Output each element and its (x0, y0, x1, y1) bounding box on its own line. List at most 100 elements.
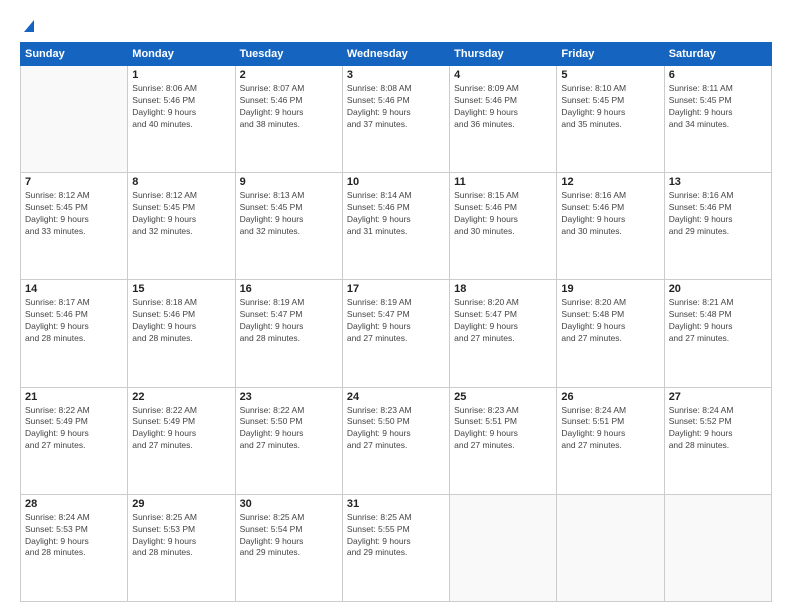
calendar-cell: 22Sunrise: 8:22 AM Sunset: 5:49 PM Dayli… (128, 387, 235, 494)
calendar-header-row: SundayMondayTuesdayWednesdayThursdayFrid… (21, 43, 772, 66)
day-number: 20 (669, 283, 767, 295)
day-number: 19 (561, 283, 659, 295)
day-number: 12 (561, 176, 659, 188)
day-number: 26 (561, 391, 659, 403)
day-number: 7 (25, 176, 123, 188)
calendar-cell: 9Sunrise: 8:13 AM Sunset: 5:45 PM Daylig… (235, 173, 342, 280)
calendar-header-monday: Monday (128, 43, 235, 66)
calendar-cell: 14 Sunrise: 8:17 AM Sunset: 5:46 PM Dayli… (21, 280, 128, 387)
calendar-cell: 23Sunrise: 8:22 AM Sunset: 5:50 PM Dayli… (235, 387, 342, 494)
calendar-cell: 24 Sunrise: 8:23 AM Sunset: 5:50 PM Dayli… (342, 387, 449, 494)
day-info: Sunrise: 8:23 AM Sunset: 5:51 PM Dayligh… (454, 405, 552, 453)
calendar-cell: 3 Sunrise: 8:08 AM Sunset: 5:46 PM Daylig… (342, 66, 449, 173)
day-number: 25 (454, 391, 552, 403)
logo-triangle-icon (20, 16, 38, 34)
day-info: Sunrise: 8:22 AM Sunset: 5:50 PM Dayligh… (240, 405, 338, 453)
calendar-cell: 20 Sunrise: 8:21 AM Sunset: 5:48 PM Dayli… (664, 280, 771, 387)
day-number: 4 (454, 69, 552, 81)
day-info: Sunrise: 8:18 AM Sunset: 5:46 PM Dayligh… (132, 297, 230, 345)
calendar-header-tuesday: Tuesday (235, 43, 342, 66)
day-number: 16 (240, 283, 338, 295)
calendar-cell: 27 Sunrise: 8:24 AM Sunset: 5:52 PM Dayli… (664, 387, 771, 494)
day-info: Sunrise: 8:16 AM Sunset: 5:46 PM Dayligh… (669, 190, 767, 238)
day-info: Sunrise: 8:08 AM Sunset: 5:46 PM Dayligh… (347, 83, 445, 131)
day-info: Sunrise: 8:22 AM Sunset: 5:49 PM Dayligh… (132, 405, 230, 453)
day-info: Sunrise: 8:19 AM Sunset: 5:47 PM Dayligh… (240, 297, 338, 345)
calendar-cell: 31 Sunrise: 8:25 AM Sunset: 5:55 PM Dayli… (342, 494, 449, 601)
calendar-cell: 29 Sunrise: 8:25 AM Sunset: 5:53 PM Dayli… (128, 494, 235, 601)
calendar-header-thursday: Thursday (450, 43, 557, 66)
day-info: Sunrise: 8:09 AM Sunset: 5:46 PM Dayligh… (454, 83, 552, 131)
calendar-cell (664, 494, 771, 601)
day-number: 31 (347, 498, 445, 510)
day-info: Sunrise: 8:20 AM Sunset: 5:48 PM Dayligh… (561, 297, 659, 345)
calendar-table: SundayMondayTuesdayWednesdayThursdayFrid… (20, 42, 772, 602)
day-info: Sunrise: 8:20 AM Sunset: 5:47 PM Dayligh… (454, 297, 552, 345)
calendar-header-saturday: Saturday (664, 43, 771, 66)
calendar-week-row: 28 Sunrise: 8:24 AM Sunset: 5:53 PM Dayli… (21, 494, 772, 601)
day-info: Sunrise: 8:06 AM Sunset: 5:46 PM Dayligh… (132, 83, 230, 131)
calendar-cell: 12 Sunrise: 8:16 AM Sunset: 5:46 PM Dayli… (557, 173, 664, 280)
header (20, 16, 772, 34)
day-number: 5 (561, 69, 659, 81)
calendar-cell (557, 494, 664, 601)
day-number: 28 (25, 498, 123, 510)
day-info: Sunrise: 8:24 AM Sunset: 5:51 PM Dayligh… (561, 405, 659, 453)
calendar-cell: 2 Sunrise: 8:07 AM Sunset: 5:46 PM Daylig… (235, 66, 342, 173)
day-number: 1 (132, 69, 230, 81)
day-number: 21 (25, 391, 123, 403)
day-info: Sunrise: 8:25 AM Sunset: 5:53 PM Dayligh… (132, 512, 230, 560)
calendar-cell: 16 Sunrise: 8:19 AM Sunset: 5:47 PM Dayli… (235, 280, 342, 387)
day-info: Sunrise: 8:14 AM Sunset: 5:46 PM Dayligh… (347, 190, 445, 238)
day-number: 10 (347, 176, 445, 188)
day-info: Sunrise: 8:12 AM Sunset: 5:45 PM Dayligh… (25, 190, 123, 238)
day-number: 3 (347, 69, 445, 81)
day-info: Sunrise: 8:24 AM Sunset: 5:53 PM Dayligh… (25, 512, 123, 560)
day-info: Sunrise: 8:16 AM Sunset: 5:46 PM Dayligh… (561, 190, 659, 238)
calendar-cell (21, 66, 128, 173)
day-info: Sunrise: 8:25 AM Sunset: 5:55 PM Dayligh… (347, 512, 445, 560)
calendar-cell: 26 Sunrise: 8:24 AM Sunset: 5:51 PM Dayli… (557, 387, 664, 494)
calendar-cell: 15 Sunrise: 8:18 AM Sunset: 5:46 PM Dayli… (128, 280, 235, 387)
day-number: 14 (25, 283, 123, 295)
day-number: 13 (669, 176, 767, 188)
calendar-cell: 18Sunrise: 8:20 AM Sunset: 5:47 PM Dayli… (450, 280, 557, 387)
calendar-cell: 11 Sunrise: 8:15 AM Sunset: 5:46 PM Dayli… (450, 173, 557, 280)
calendar-header-friday: Friday (557, 43, 664, 66)
calendar-week-row: 14 Sunrise: 8:17 AM Sunset: 5:46 PM Dayli… (21, 280, 772, 387)
day-info: Sunrise: 8:25 AM Sunset: 5:54 PM Dayligh… (240, 512, 338, 560)
day-info: Sunrise: 8:12 AM Sunset: 5:45 PM Dayligh… (132, 190, 230, 238)
day-number: 11 (454, 176, 552, 188)
day-number: 30 (240, 498, 338, 510)
day-number: 29 (132, 498, 230, 510)
calendar-cell: 19 Sunrise: 8:20 AM Sunset: 5:48 PM Dayli… (557, 280, 664, 387)
page: SundayMondayTuesdayWednesdayThursdayFrid… (0, 0, 792, 612)
day-number: 6 (669, 69, 767, 81)
logo (20, 16, 38, 34)
day-info: Sunrise: 8:11 AM Sunset: 5:45 PM Dayligh… (669, 83, 767, 131)
day-number: 8 (132, 176, 230, 188)
calendar-header-sunday: Sunday (21, 43, 128, 66)
calendar-header-wednesday: Wednesday (342, 43, 449, 66)
day-number: 15 (132, 283, 230, 295)
day-info: Sunrise: 8:15 AM Sunset: 5:46 PM Dayligh… (454, 190, 552, 238)
day-number: 24 (347, 391, 445, 403)
calendar-cell: 8 Sunrise: 8:12 AM Sunset: 5:45 PM Daylig… (128, 173, 235, 280)
calendar-cell: 13 Sunrise: 8:16 AM Sunset: 5:46 PM Dayli… (664, 173, 771, 280)
day-info: Sunrise: 8:19 AM Sunset: 5:47 PM Dayligh… (347, 297, 445, 345)
day-info: Sunrise: 8:21 AM Sunset: 5:48 PM Dayligh… (669, 297, 767, 345)
calendar-cell: 5 Sunrise: 8:10 AM Sunset: 5:45 PM Daylig… (557, 66, 664, 173)
calendar-cell: 17Sunrise: 8:19 AM Sunset: 5:47 PM Dayli… (342, 280, 449, 387)
calendar-cell: 6 Sunrise: 8:11 AM Sunset: 5:45 PM Daylig… (664, 66, 771, 173)
calendar-cell: 10 Sunrise: 8:14 AM Sunset: 5:46 PM Dayli… (342, 173, 449, 280)
day-number: 27 (669, 391, 767, 403)
day-info: Sunrise: 8:10 AM Sunset: 5:45 PM Dayligh… (561, 83, 659, 131)
calendar-cell: 7 Sunrise: 8:12 AM Sunset: 5:45 PM Daylig… (21, 173, 128, 280)
calendar-cell: 30 Sunrise: 8:25 AM Sunset: 5:54 PM Dayli… (235, 494, 342, 601)
day-info: Sunrise: 8:07 AM Sunset: 5:46 PM Dayligh… (240, 83, 338, 131)
day-info: Sunrise: 8:17 AM Sunset: 5:46 PM Dayligh… (25, 297, 123, 345)
day-number: 2 (240, 69, 338, 81)
day-info: Sunrise: 8:23 AM Sunset: 5:50 PM Dayligh… (347, 405, 445, 453)
calendar-cell: 25 Sunrise: 8:23 AM Sunset: 5:51 PM Dayli… (450, 387, 557, 494)
day-info: Sunrise: 8:24 AM Sunset: 5:52 PM Dayligh… (669, 405, 767, 453)
